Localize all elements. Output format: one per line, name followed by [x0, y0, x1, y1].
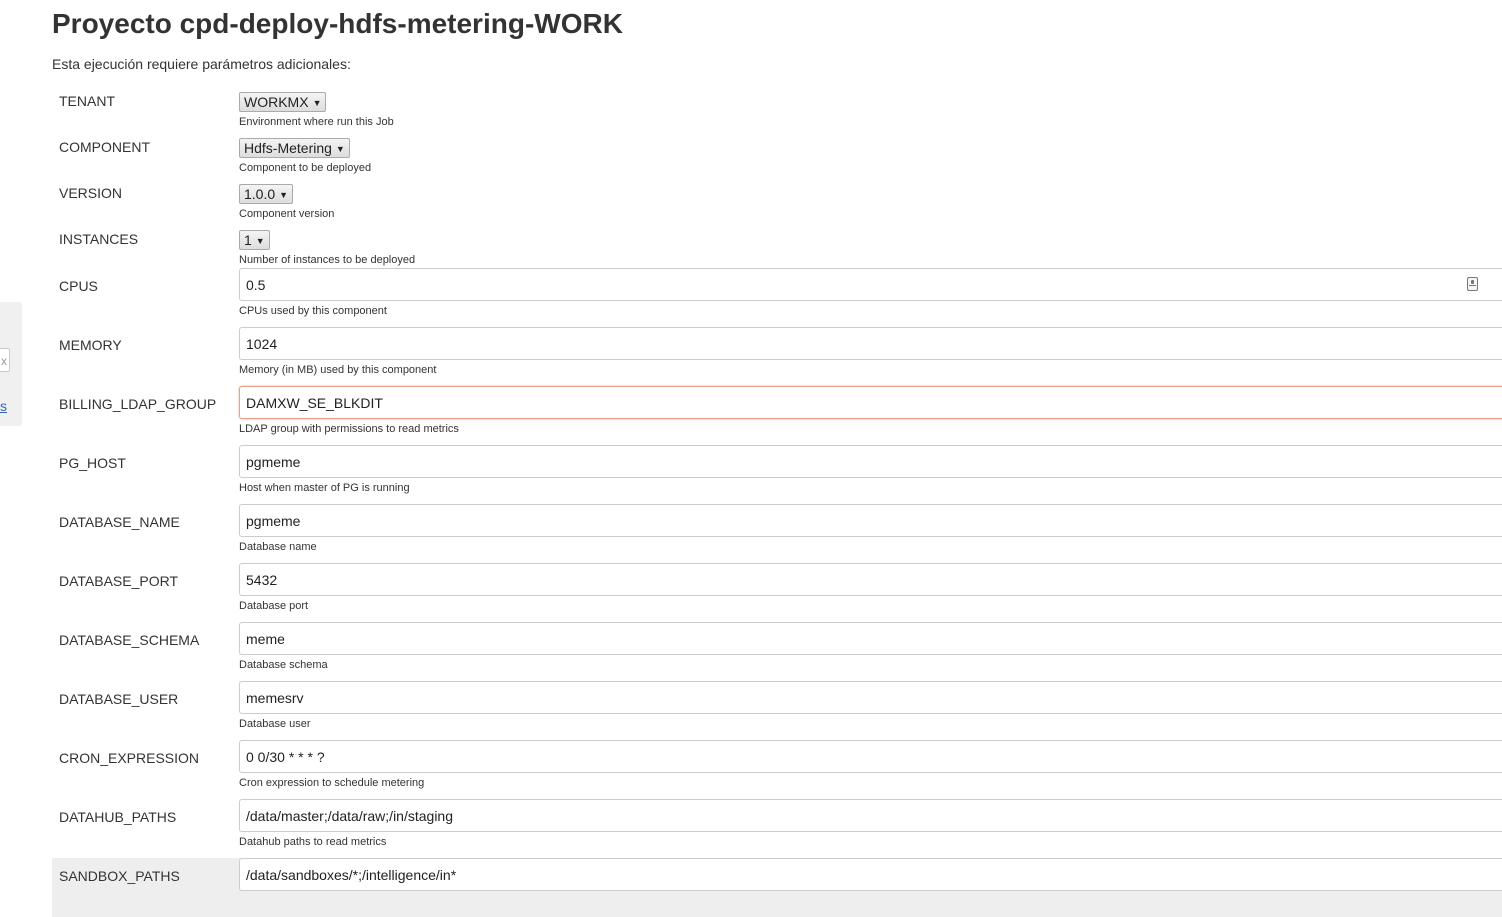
sandbox-paths-input[interactable]	[239, 858, 1502, 891]
dropdown-arrow-icon: ▼	[255, 236, 265, 246]
sidebar-link[interactable]: s	[0, 398, 7, 414]
select-value: 1	[244, 232, 252, 248]
param-row-version: VERSION 1.0.0 ▼ Component version	[52, 176, 1502, 222]
password-manager-key-icon[interactable]	[1467, 277, 1478, 291]
param-help: Environment where run this Job	[239, 116, 394, 128]
param-row-database-name: DATABASE_NAME Database name	[52, 504, 1502, 563]
page-title: Proyecto cpd-deploy-hdfs-metering-WORK	[52, 8, 623, 39]
select-value: 1.0.0	[244, 186, 276, 202]
param-label: CPUS	[59, 278, 98, 294]
pg-host-input[interactable]	[239, 445, 1502, 478]
param-row-cron-expression: CRON_EXPRESSION Cron expression to sched…	[52, 740, 1502, 799]
param-label: DATABASE_PORT	[59, 573, 179, 589]
database-user-input[interactable]	[239, 681, 1502, 714]
param-row-database-schema: DATABASE_SCHEMA Database schema	[52, 622, 1502, 681]
param-row-database-port: DATABASE_PORT Database port	[52, 563, 1502, 622]
param-help: Datahub paths to read metrics	[239, 836, 387, 848]
cron-expression-input[interactable]	[239, 740, 1502, 773]
database-port-input[interactable]	[239, 563, 1502, 596]
param-row-datahub-paths: DATAHUB_PATHS Datahub paths to read metr…	[52, 799, 1502, 858]
param-label: INSTANCES	[59, 231, 139, 247]
param-help: Component version	[239, 208, 335, 220]
param-label: BILLING_LDAP_GROUP	[59, 396, 217, 412]
dropdown-arrow-icon: ▼	[312, 98, 322, 108]
component-select[interactable]: Hdfs-Metering ▼	[239, 138, 350, 158]
param-row-billing-ldap-group: BILLING_LDAP_GROUP LDAP group with permi…	[52, 386, 1502, 445]
parameters-form: TENANT WORKMX ▼ Environment where run thi…	[52, 84, 1502, 917]
select-value: WORKMX	[244, 94, 309, 110]
param-row-cpus: CPUS CPUs used by this component	[52, 268, 1502, 327]
cpus-input[interactable]	[239, 268, 1502, 301]
param-help: CPUs used by this component	[239, 305, 387, 317]
param-label: DATAHUB_PATHS	[59, 809, 177, 825]
param-row-tenant: TENANT WORKMX ▼ Environment where run thi…	[52, 84, 1502, 130]
param-help: Cron expression to schedule metering	[239, 777, 425, 789]
dropdown-arrow-icon: ▼	[335, 144, 345, 154]
param-label: VERSION	[59, 185, 123, 201]
param-row-memory: MEMORY Memory (in MB) used by this compo…	[52, 327, 1502, 386]
sidebar-clear-button[interactable]: x	[0, 348, 10, 372]
database-name-input[interactable]	[239, 504, 1502, 537]
param-help: LDAP group with permissions to read metr…	[239, 423, 459, 435]
param-label: DATABASE_SCHEMA	[59, 632, 200, 648]
param-help: Number of instances to be deployed	[239, 254, 416, 266]
param-label: COMPONENT	[59, 139, 150, 155]
param-label: SANDBOX_PATHS	[59, 868, 180, 884]
param-label: CRON_EXPRESSION	[59, 750, 200, 766]
param-row-component: COMPONENT Hdfs-Metering ▼ Component to be…	[52, 130, 1502, 176]
param-row-database-user: DATABASE_USER Database user	[52, 681, 1502, 740]
param-label: DATABASE_NAME	[59, 514, 180, 530]
param-row-pg-host: PG_HOST Host when master of PG is runnin…	[52, 445, 1502, 504]
param-row-sandbox-paths: SANDBOX_PATHS	[52, 858, 1502, 917]
select-value: Hdfs-Metering	[244, 140, 332, 156]
dropdown-arrow-icon: ▼	[279, 190, 289, 200]
intro-text: Esta ejecución requiere parámetros adici…	[52, 56, 351, 72]
param-help: Component to be deployed	[239, 162, 372, 174]
param-help: Memory (in MB) used by this component	[239, 364, 437, 376]
version-select[interactable]: 1.0.0 ▼	[239, 184, 294, 204]
param-help: Host when master of PG is running	[239, 482, 410, 494]
param-label: TENANT	[59, 93, 115, 109]
param-row-instances: INSTANCES 1 ▼ Number of instances to be d…	[52, 222, 1502, 268]
instances-select[interactable]: 1 ▼	[239, 230, 270, 250]
param-help: Database user	[239, 718, 311, 730]
param-help: Database port	[239, 600, 309, 612]
billing-ldap-group-input[interactable]	[239, 386, 1502, 419]
memory-input[interactable]	[239, 327, 1502, 360]
tenant-select[interactable]: WORKMX ▼	[239, 92, 327, 112]
datahub-paths-input[interactable]	[239, 799, 1502, 832]
param-label: MEMORY	[59, 337, 122, 353]
database-schema-input[interactable]	[239, 622, 1502, 655]
param-help: Database name	[239, 541, 317, 553]
param-label: DATABASE_USER	[59, 691, 179, 707]
param-help: Database schema	[239, 659, 328, 671]
param-label: PG_HOST	[59, 455, 126, 471]
